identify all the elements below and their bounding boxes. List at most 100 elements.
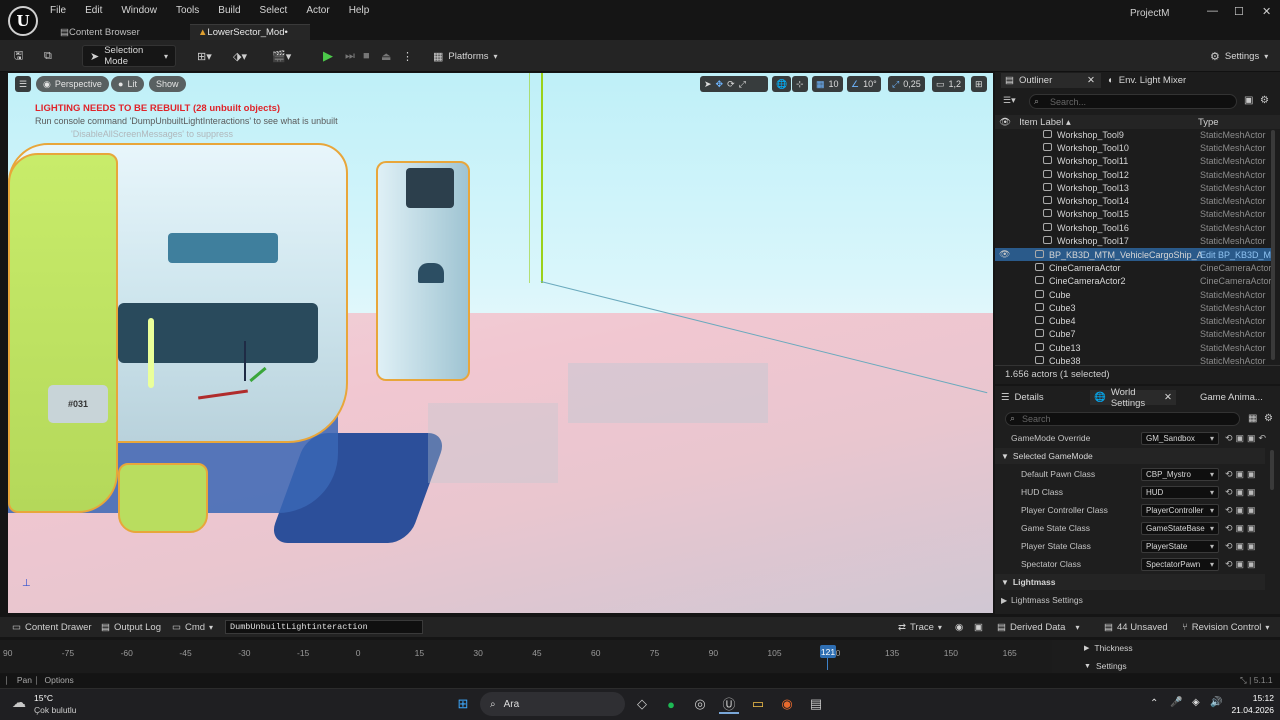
- trace-dropdown[interactable]: ⇄ Trace ▾: [898, 620, 942, 635]
- menu-item[interactable]: Select: [254, 5, 294, 16]
- tab-outliner[interactable]: ▤ Outliner ✕: [1001, 73, 1101, 88]
- play-button[interactable]: ▶: [323, 45, 333, 67]
- copilot-icon[interactable]: ◇: [632, 694, 652, 714]
- github-icon[interactable]: ◎: [690, 694, 710, 714]
- outliner-row[interactable]: Workshop_Tool14 StaticMeshActor: [995, 194, 1273, 207]
- layout-icon[interactable]: ⊞: [971, 76, 987, 92]
- transform-tools[interactable]: ➤ ✥ ⟳ ⤢: [700, 76, 768, 92]
- outliner-row[interactable]: Workshop_Tool11 StaticMeshActor: [995, 154, 1273, 167]
- outliner-row[interactable]: 👁 BP_KB3D_MTM_VehicleCargoShip_A Edit BP_K…: [995, 248, 1273, 261]
- add-folder-icon[interactable]: ▣: [1244, 95, 1253, 106]
- prop-select[interactable]: PlayerState: [1141, 539, 1219, 553]
- outliner-row[interactable]: Cube StaticMeshActor: [995, 288, 1273, 301]
- menu-item[interactable]: Tools: [170, 5, 205, 16]
- menu-item[interactable]: Build: [212, 5, 246, 16]
- stop-button[interactable]: ■: [363, 45, 370, 67]
- close-button[interactable]: ✕: [1262, 5, 1271, 18]
- blender-icon[interactable]: ◉: [777, 694, 797, 714]
- table-view-icon[interactable]: ▦: [1248, 413, 1257, 424]
- save-icon[interactable]: 🖫: [14, 45, 23, 67]
- outliner-row[interactable]: Cube7 StaticMeshActor: [995, 327, 1273, 340]
- prop-select[interactable]: PlayerController: [1141, 503, 1219, 517]
- blueprint-button[interactable]: ⬗▾: [233, 45, 247, 67]
- row-type[interactable]: Edit BP_KB3D_M: [1200, 250, 1271, 260]
- prop-select[interactable]: CBP_Mystro: [1141, 467, 1219, 481]
- file-explorer-icon[interactable]: ▭: [748, 694, 768, 714]
- viewport-menu-icon[interactable]: ☰: [15, 76, 31, 92]
- tab-content-browser[interactable]: ▤ Content Browser: [52, 24, 148, 40]
- browse-icons[interactable]: ⟲▣▣: [1225, 541, 1259, 552]
- browse-icons[interactable]: ⟲▣▣: [1225, 559, 1259, 570]
- revision-control-button[interactable]: ⑂ Revision Control ▾: [1182, 620, 1269, 635]
- menu-item[interactable]: Edit: [79, 5, 108, 16]
- outliner-scrollbar[interactable]: [1271, 130, 1275, 360]
- gamemode-select[interactable]: GM_Sandbox: [1141, 431, 1219, 445]
- grid-snap-button[interactable]: ▦ 10: [812, 76, 843, 92]
- monitor-icon[interactable]: ▣: [974, 620, 983, 635]
- menu-item[interactable]: Actor: [300, 5, 335, 16]
- move-icon[interactable]: ✥: [716, 79, 724, 90]
- more-options-icon[interactable]: ⋮: [402, 45, 413, 67]
- derived-data-button[interactable]: ▤ Derived Data ▾: [997, 620, 1079, 635]
- outliner-row[interactable]: Workshop_Tool10 StaticMeshActor: [995, 141, 1273, 154]
- outliner-row[interactable]: CineCameraActor2 CineCameraActor: [995, 274, 1273, 287]
- select-icon[interactable]: ➤: [704, 79, 712, 90]
- close-icon[interactable]: ✕: [1164, 392, 1172, 403]
- outliner-row[interactable]: Workshop_Tool12 StaticMeshActor: [995, 168, 1273, 181]
- tab-world-settings[interactable]: 🌐 World Settings ✕: [1090, 387, 1176, 409]
- tab-details[interactable]: ☰ Details: [1001, 390, 1044, 405]
- cinematics-button[interactable]: 🎬▾: [272, 45, 291, 67]
- notepad-icon[interactable]: ▤: [806, 694, 826, 714]
- outliner-row[interactable]: Workshop_Tool13 StaticMeshActor: [995, 181, 1273, 194]
- prop-select[interactable]: HUD: [1141, 485, 1219, 499]
- col-type[interactable]: Type: [1198, 117, 1219, 128]
- selection-mode-dropdown[interactable]: ➤ Selection Mode ▾: [82, 45, 176, 67]
- output-log-button[interactable]: ▤ Output Log: [101, 620, 161, 635]
- filter-icon[interactable]: ☰▾: [1003, 95, 1016, 106]
- col-item-label[interactable]: Item Label ▴: [1019, 117, 1071, 128]
- windows-start-icon[interactable]: ⊞: [453, 694, 473, 714]
- browse-icons[interactable]: ⟲▣▣: [1225, 505, 1259, 516]
- outliner-search-input[interactable]: Search...: [1029, 94, 1237, 109]
- platforms-button[interactable]: ▦ Platforms ▾: [433, 45, 498, 67]
- cmd-dropdown[interactable]: ▭ Cmd ▾: [172, 620, 213, 635]
- eject-button[interactable]: ⏏: [381, 45, 391, 67]
- step-button[interactable]: ⏭: [345, 45, 355, 67]
- rotation-snap-button[interactable]: ∠ 10°: [847, 76, 881, 92]
- camera-speed-button[interactable]: ▭ 1,2: [932, 76, 966, 92]
- tray-chevron-icon[interactable]: ⌃: [1150, 698, 1158, 709]
- content-drawer-button[interactable]: ▭ Content Drawer: [12, 620, 92, 635]
- outliner-row[interactable]: Cube13 StaticMeshActor: [995, 341, 1273, 354]
- outliner-row[interactable]: Cube3 StaticMeshActor: [995, 301, 1273, 314]
- microphone-icon[interactable]: 🎤: [1170, 697, 1182, 708]
- track-thickness[interactable]: ▶ Thickness: [1084, 643, 1133, 653]
- section-selected-gamemode[interactable]: ▼ Selected GameMode: [995, 448, 1265, 464]
- gizmo-z-axis[interactable]: [244, 341, 246, 381]
- rotate-icon[interactable]: ⟳: [727, 79, 735, 90]
- scale-snap-button[interactable]: ⤢ 0,25: [888, 76, 925, 92]
- lit-button[interactable]: ● Lit: [111, 76, 144, 92]
- minimize-button[interactable]: —: [1207, 5, 1218, 17]
- record-icon[interactable]: ◉: [955, 620, 963, 635]
- outliner-row[interactable]: Cube4 StaticMeshActor: [995, 314, 1273, 327]
- prop-select[interactable]: GameStateBase: [1141, 521, 1219, 535]
- details-search-input[interactable]: Search: [1005, 412, 1240, 426]
- unreal-logo-icon[interactable]: U: [8, 6, 38, 36]
- outliner-row[interactable]: Workshop_Tool17 StaticMeshActor: [995, 234, 1273, 247]
- browse-icon[interactable]: ⧉: [44, 45, 52, 67]
- gear-icon[interactable]: ⚙: [1264, 413, 1273, 424]
- outliner-row[interactable]: Workshop_Tool15 StaticMeshActor: [995, 207, 1273, 220]
- tab-env-light-mixer[interactable]: ◐ Env. Light Mixer: [1108, 73, 1186, 88]
- gear-icon[interactable]: ⚙: [1260, 95, 1269, 106]
- settings-button[interactable]: ⚙ Settings ▾: [1210, 45, 1268, 67]
- browse-icons[interactable]: ⟲▣▣: [1225, 469, 1259, 480]
- outliner-row[interactable]: Workshop_Tool16 StaticMeshActor: [995, 221, 1273, 234]
- clock-time[interactable]: 15:12: [1224, 693, 1274, 703]
- outliner-row[interactable]: CineCameraActor CineCameraActor: [995, 261, 1273, 274]
- show-button[interactable]: Show: [149, 76, 186, 92]
- taskbar-search[interactable]: ⌕ Ara: [480, 692, 625, 716]
- options-button[interactable]: ⎸Options: [36, 675, 74, 686]
- lightmass-settings-row[interactable]: ▶ Lightmass Settings: [995, 591, 1265, 609]
- menu-item[interactable]: File: [44, 5, 72, 16]
- track-settings[interactable]: ▼ Settings: [1084, 661, 1127, 671]
